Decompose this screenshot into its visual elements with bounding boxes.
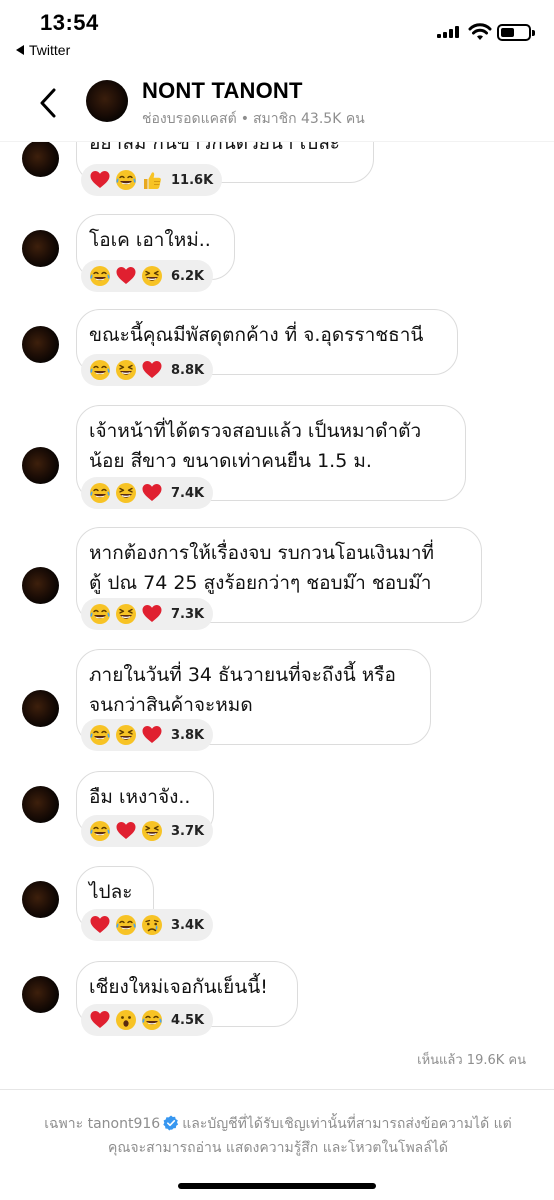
battery-icon [497,24,535,41]
chat-header: NONT TANONT ช่องบรอดแคสต์ • สมาชิก 43.5K ค… [0,66,554,142]
heart-emoji-icon [116,267,136,284]
sender-avatar[interactable] [22,786,59,823]
wifi-icon [468,23,492,40]
message-text-line: ขณะนี้คุณมีพัสดุตกค้าง ที่ จ.อุดรราชธานี [89,324,424,346]
heart-emoji-icon [90,171,110,188]
channel-title[interactable]: NONT TANONT [142,78,303,104]
message-text-line: อย่าลืม กินข้าวกินด้วยน้า เปละ [89,142,340,154]
reaction-summary[interactable]: 8.8K [81,354,214,386]
reaction-summary[interactable]: 3.7K [81,815,214,847]
reaction-summary[interactable]: 3.8K [81,719,214,751]
reaction-count: 7.3K [171,606,205,622]
sender-avatar[interactable] [22,142,59,177]
member-count: สมาชิก 43.5K คน [252,111,365,127]
verified-badge-icon [163,1115,179,1131]
reaction-summary[interactable]: 7.4K [81,477,214,509]
seen-count: เห็นแล้ว 19.6K คน [417,1053,526,1068]
home-indicator[interactable] [178,1183,376,1189]
sender-avatar[interactable] [22,881,59,918]
tears-of-joy-emoji-icon [90,360,110,380]
reaction-summary[interactable]: 4.5K [81,1004,214,1036]
reaction-summary[interactable]: 6.2K [81,260,214,292]
surprised-face-emoji-icon [116,1010,136,1030]
back-triangle-icon [16,45,24,55]
status-bar: 13:54 Twitter [0,0,554,66]
heart-emoji-icon [142,726,162,743]
tears-of-joy-emoji-icon [116,915,136,935]
reaction-count: 3.4K [171,917,205,933]
grinning-squint-emoji-icon [142,821,162,841]
grinning-squint-emoji-icon [142,266,162,286]
grinning-squint-emoji-icon [116,360,136,380]
sender-avatar[interactable] [22,326,59,363]
divider [0,1089,554,1090]
crying-face-emoji-icon [142,915,162,935]
message-text-line: เชียงใหม่เจอกันเย็นนี้! [89,976,268,998]
cellular-signal-icon [437,26,459,38]
message-text-line: ภายในวันที่ 34 ธันวายนที่จะถึงนี้ หรือ [89,664,396,686]
footer-line2: คุณจะสามารถอ่าน แสดงความรู้สึก และโหวตใน… [108,1140,448,1156]
channel-avatar[interactable] [86,80,128,122]
tears-of-joy-emoji-icon [90,483,110,503]
thumbs-up-emoji-icon [144,172,161,189]
heart-emoji-icon [142,361,162,378]
channel-type: ช่องบรอดแคสต์ [142,111,237,127]
channel-subtitle: ช่องบรอดแคสต์ • สมาชิก 43.5K คน [142,108,365,130]
message-list[interactable]: อย่าลืม กินข้าวกินด้วยน้า เปละ 11.6K โอเค … [0,142,554,1082]
message-text-line: เจ้าหน้าที่ได้ตรวจสอบแล้ว เป็นหมาดำตัว [89,420,422,442]
grinning-squint-emoji-icon [116,725,136,745]
reaction-count: 4.5K [171,1012,205,1028]
reaction-count: 3.7K [171,823,205,839]
message-text-line: ไปละ [89,881,133,903]
sender-avatar[interactable] [22,567,59,604]
reaction-summary[interactable]: 7.3K [81,598,214,630]
message-text-line: จนกว่าสินค้าจะหมด [89,694,253,716]
grinning-squint-emoji-icon [116,604,136,624]
status-time: 13:54 [40,10,99,35]
tears-of-joy-emoji-icon [116,170,136,190]
tears-of-joy-emoji-icon [90,821,110,841]
sender-avatar[interactable] [22,976,59,1013]
reaction-count: 6.2K [171,268,205,284]
grinning-squint-emoji-icon [116,483,136,503]
footer-prefix: เฉพาะ tanont916 [44,1116,161,1132]
message-text-line: โอเค เอาใหม่.. [89,229,211,251]
reaction-count: 11.6K [171,172,214,188]
message-text-line: น้อย สีขาว ขนาดเท่าคนยืน 1.5 ม. [89,450,372,472]
tears-of-joy-emoji-icon [90,725,110,745]
back-app-label: Twitter [29,42,71,58]
reaction-count: 8.8K [171,362,205,378]
message-text-line: ตู้ ปณ 74 25 สูงร้อยกว่าๆ ชอบม๊า ชอบม๊า [89,572,432,594]
heart-emoji-icon [90,1011,110,1028]
broadcast-footer-note: เฉพาะ tanont916 และบัญชีที่ได้รับเชิญเท่… [22,1112,534,1160]
message-text-line: หากต้องการให้เรื่องจบ รบกวนโอนเงินมาที่ [89,542,435,564]
heart-emoji-icon [90,916,110,933]
sender-avatar[interactable] [22,690,59,727]
heart-emoji-icon [116,822,136,839]
tears-of-joy-emoji-icon [90,266,110,286]
heart-emoji-icon [142,484,162,501]
back-to-app-link[interactable]: Twitter [16,42,70,58]
footer-line1: และบัญชีที่ได้รับเชิญเท่านั้นที่สามารถส่… [182,1116,512,1132]
reaction-count: 3.8K [171,727,205,743]
separator-dot: • [240,111,249,127]
reaction-summary[interactable]: 11.6K [81,164,223,196]
sender-avatar[interactable] [22,447,59,484]
tears-of-joy-emoji-icon [90,604,110,624]
heart-emoji-icon [142,605,162,622]
message-text-line: อืม เหงาจัง.. [89,786,191,808]
reaction-summary[interactable]: 3.4K [81,909,214,941]
back-chevron-icon[interactable] [34,86,64,120]
tears-of-joy-emoji-icon [142,1010,162,1030]
sender-avatar[interactable] [22,230,59,267]
reaction-count: 7.4K [171,485,205,501]
